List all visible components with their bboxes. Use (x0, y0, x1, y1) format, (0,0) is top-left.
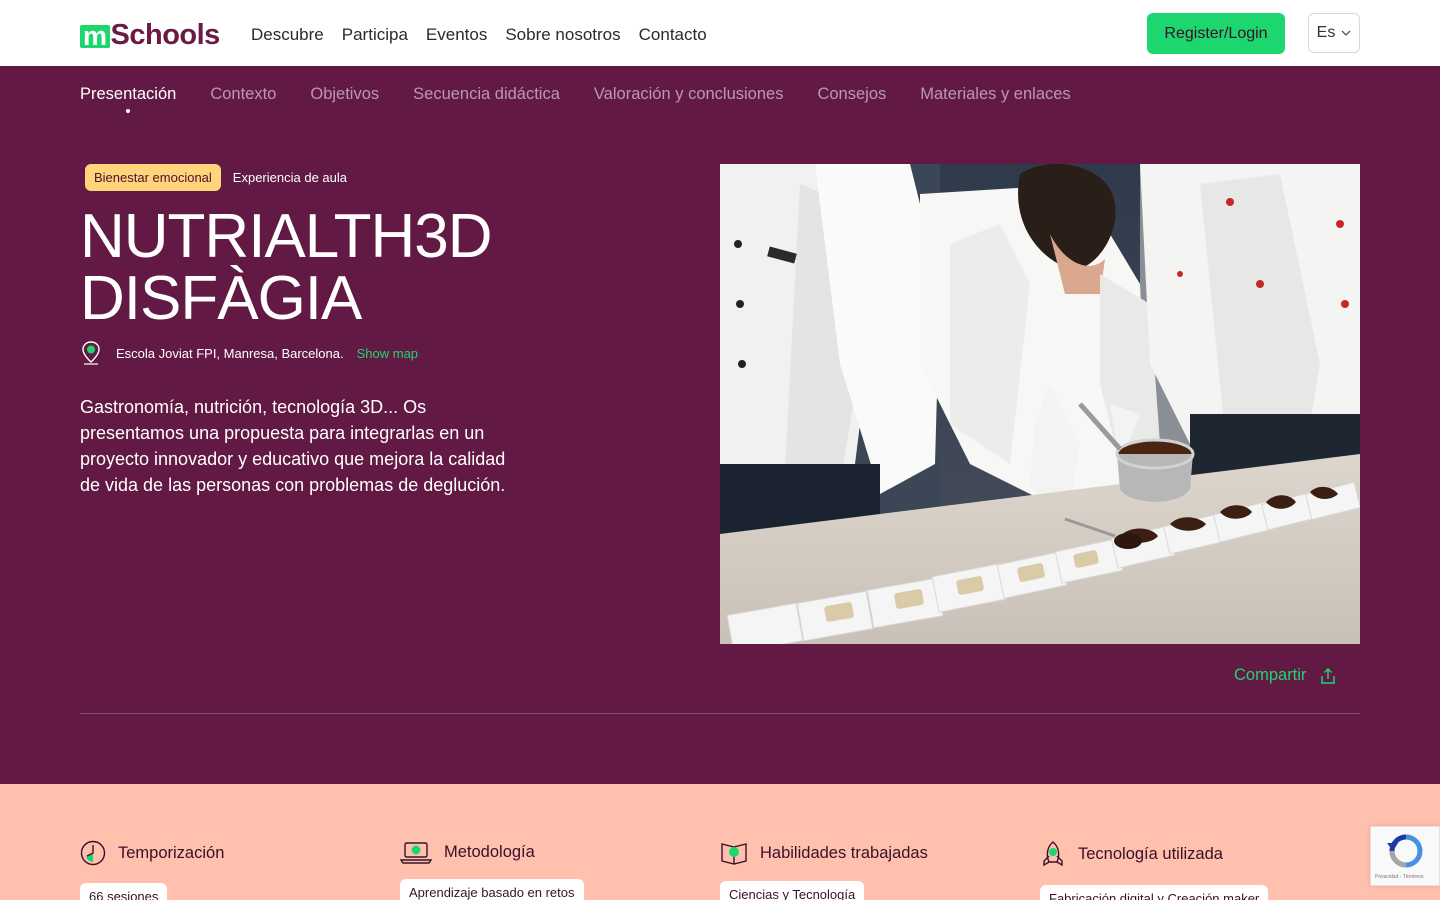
top-header: m Schools Descubre Participa Eventos Sobr… (0, 0, 1440, 66)
main-nav: Descubre Participa Eventos Sobre nosotro… (251, 25, 707, 45)
logo-text: Schools (110, 19, 221, 51)
technology-header: Tecnología utilizada (1040, 840, 1223, 868)
share-button[interactable]: Compartir (1234, 666, 1336, 685)
timing-header: Temporización (80, 840, 224, 866)
skills-label: Habilidades trabajadas (760, 843, 928, 862)
skills-header: Habilidades trabajadas (720, 840, 928, 866)
page-title: NUTRIALTH3D DISFÀGIA (80, 202, 493, 333)
cooking-students-photo (720, 164, 1360, 644)
timing-chip: 66 sesiones (80, 883, 168, 900)
title-line-2: DISFÀGIA (80, 264, 362, 333)
methodology-header: Metodología (400, 840, 535, 864)
project-description: Gastronomía, nutrición, tecnología 3D...… (80, 397, 506, 495)
tag-list: Bienestar emocional Experiencia de aula (85, 164, 347, 191)
laptop-icon (400, 842, 432, 864)
share-label: Compartir (1234, 666, 1307, 684)
share-icon (1321, 667, 1336, 684)
subnav-presentacion[interactable]: Presentación (80, 85, 176, 104)
subnav-valoracion[interactable]: Valoración y conclusiones (594, 85, 784, 104)
location-row: Escola Joviat FPI, Manresa, Barcelona. S… (80, 340, 418, 366)
title-line-1: NUTRIALTH3D (80, 202, 493, 271)
rocket-icon (1043, 841, 1063, 867)
timing-label: Temporización (118, 843, 225, 862)
subnav-secuencia-didactica[interactable]: Secuencia didáctica (413, 85, 560, 104)
recaptcha-badge[interactable]: Privacidad - Términos (1370, 826, 1440, 886)
language-select[interactable]: Es (1308, 13, 1360, 53)
tag-bienestar[interactable]: Bienestar emocional (85, 164, 221, 191)
mschools-logo[interactable]: m Schools (80, 19, 221, 51)
nav-eventos[interactable]: Eventos (426, 25, 487, 45)
chevron-down-icon (1341, 30, 1351, 36)
technology-chip: Fabricación digital y Creación maker (1040, 885, 1269, 900)
subnav-contexto[interactable]: Contexto (210, 85, 276, 104)
nav-descubre[interactable]: Descubre (251, 25, 324, 45)
clock-icon (80, 840, 106, 866)
subnav-materiales[interactable]: Materiales y enlaces (920, 85, 1070, 104)
nav-contacto[interactable]: Contacto (639, 25, 707, 45)
nav-participa[interactable]: Participa (342, 25, 408, 45)
section-subnav: Presentación Contexto Objetivos Secuenci… (80, 85, 1071, 104)
tag-experiencia: Experiencia de aula (232, 170, 347, 185)
methodology-chip: Aprendizaje basado en retos (400, 879, 584, 900)
project-info-band: Temporización 66 sesiones Metodología Ap… (0, 784, 1440, 900)
book-icon (721, 843, 747, 865)
register-login-button[interactable]: Register/Login (1147, 13, 1285, 54)
location-address: Escola Joviat FPI, Manresa, Barcelona. (116, 345, 344, 361)
subnav-objetivos[interactable]: Objetivos (310, 85, 379, 104)
logo-m: m (80, 23, 110, 50)
skills-chip: Ciencias y Tecnología (720, 881, 865, 900)
recaptcha-text: Privacidad - Términos (1375, 874, 1424, 880)
hero-section: Presentación Contexto Objetivos Secuenci… (0, 66, 1440, 784)
nav-sobre-nosotros[interactable]: Sobre nosotros (505, 25, 620, 45)
subnav-consejos[interactable]: Consejos (817, 85, 886, 104)
recaptcha-icon (1387, 834, 1423, 868)
hero-divider (80, 713, 1360, 714)
hero-photo (720, 164, 1360, 644)
language-value: Es (1316, 24, 1336, 41)
methodology-label: Metodología (444, 842, 535, 861)
show-map-link[interactable]: Show map (357, 346, 418, 361)
map-pin-icon (82, 341, 100, 365)
technology-label: Tecnología utilizada (1078, 844, 1223, 863)
